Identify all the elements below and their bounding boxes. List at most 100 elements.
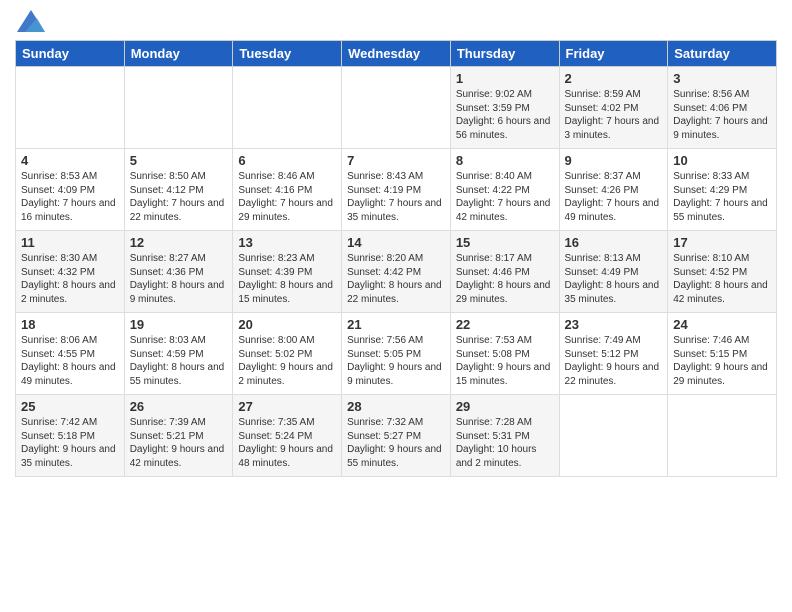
calendar-cell: 26Sunrise: 7:39 AMSunset: 5:21 PMDayligh… [124, 395, 233, 477]
cell-sunset: Sunset: 4:36 PM [130, 267, 204, 278]
weekday-header: Sunday [16, 41, 125, 67]
day-number: 1 [456, 71, 554, 86]
day-number: 16 [565, 235, 663, 250]
day-number: 19 [130, 317, 228, 332]
cell-sunset: Sunset: 5:05 PM [347, 349, 421, 360]
cell-daylight: Daylight: 9 hours and 22 minutes. [565, 362, 660, 387]
cell-sunrise: Sunrise: 8:20 AM [347, 253, 423, 264]
calendar-cell: 9Sunrise: 8:37 AMSunset: 4:26 PMDaylight… [559, 149, 668, 231]
cell-sunset: Sunset: 3:59 PM [456, 103, 530, 114]
cell-daylight: Daylight: 7 hours and 55 minutes. [673, 198, 768, 223]
cell-daylight: Daylight: 10 hours and 2 minutes. [456, 444, 537, 469]
cell-sunrise: Sunrise: 8:33 AM [673, 171, 749, 182]
calendar-cell: 27Sunrise: 7:35 AMSunset: 5:24 PMDayligh… [233, 395, 342, 477]
day-number: 24 [673, 317, 771, 332]
cell-sunrise: Sunrise: 8:50 AM [130, 171, 206, 182]
cell-sunset: Sunset: 5:08 PM [456, 349, 530, 360]
cell-sunset: Sunset: 4:09 PM [21, 185, 95, 196]
day-number: 7 [347, 153, 445, 168]
cell-sunrise: Sunrise: 7:56 AM [347, 335, 423, 346]
cell-sunrise: Sunrise: 7:49 AM [565, 335, 641, 346]
calendar-cell: 5Sunrise: 8:50 AMSunset: 4:12 PMDaylight… [124, 149, 233, 231]
cell-daylight: Daylight: 6 hours and 56 minutes. [456, 116, 551, 141]
day-number: 2 [565, 71, 663, 86]
cell-daylight: Daylight: 9 hours and 2 minutes. [238, 362, 333, 387]
calendar-cell: 1 Sunrise: 9:02 AM Sunset: 3:59 PM Daylight… [450, 67, 559, 149]
calendar-cell: 15Sunrise: 8:17 AMSunset: 4:46 PMDayligh… [450, 231, 559, 313]
calendar-cell: 23Sunrise: 7:49 AMSunset: 5:12 PMDayligh… [559, 313, 668, 395]
cell-sunset: Sunset: 4:49 PM [565, 267, 639, 278]
cell-sunset: Sunset: 4:42 PM [347, 267, 421, 278]
cell-sunrise: Sunrise: 8:46 AM [238, 171, 314, 182]
cell-sunset: Sunset: 4:26 PM [565, 185, 639, 196]
cell-daylight: Daylight: 8 hours and 2 minutes. [21, 280, 116, 305]
day-number: 21 [347, 317, 445, 332]
cell-daylight: Daylight: 7 hours and 16 minutes. [21, 198, 116, 223]
calendar-cell: 13Sunrise: 8:23 AMSunset: 4:39 PMDayligh… [233, 231, 342, 313]
cell-sunset: Sunset: 4:46 PM [456, 267, 530, 278]
cell-daylight: Daylight: 7 hours and 29 minutes. [238, 198, 333, 223]
day-number: 12 [130, 235, 228, 250]
cell-sunrise: Sunrise: 8:00 AM [238, 335, 314, 346]
calendar-cell: 25Sunrise: 7:42 AMSunset: 5:18 PMDayligh… [16, 395, 125, 477]
cell-daylight: Daylight: 7 hours and 3 minutes. [565, 116, 660, 141]
day-number: 4 [21, 153, 119, 168]
cell-daylight: Daylight: 8 hours and 9 minutes. [130, 280, 225, 305]
cell-daylight: Daylight: 7 hours and 35 minutes. [347, 198, 442, 223]
cell-daylight: Daylight: 7 hours and 42 minutes. [456, 198, 551, 223]
cell-sunset: Sunset: 5:12 PM [565, 349, 639, 360]
cell-sunset: Sunset: 5:24 PM [238, 431, 312, 442]
cell-sunrise: Sunrise: 8:10 AM [673, 253, 749, 264]
cell-sunrise: Sunrise: 7:32 AM [347, 417, 423, 428]
cell-sunrise: Sunrise: 8:53 AM [21, 171, 97, 182]
cell-daylight: Daylight: 8 hours and 29 minutes. [456, 280, 551, 305]
calendar-week-row: 25Sunrise: 7:42 AMSunset: 5:18 PMDayligh… [16, 395, 777, 477]
cell-sunrise: Sunrise: 7:39 AM [130, 417, 206, 428]
cell-sunset: Sunset: 4:12 PM [130, 185, 204, 196]
cell-sunrise: Sunrise: 8:56 AM [673, 89, 749, 100]
cell-sunset: Sunset: 5:31 PM [456, 431, 530, 442]
cell-daylight: Daylight: 9 hours and 9 minutes. [347, 362, 442, 387]
calendar-cell: 17Sunrise: 8:10 AMSunset: 4:52 PMDayligh… [668, 231, 777, 313]
cell-sunrise: Sunrise: 8:13 AM [565, 253, 641, 264]
cell-sunset: Sunset: 4:02 PM [565, 103, 639, 114]
cell-daylight: Daylight: 7 hours and 49 minutes. [565, 198, 660, 223]
cell-daylight: Daylight: 8 hours and 35 minutes. [565, 280, 660, 305]
calendar-cell: 29Sunrise: 7:28 AMSunset: 5:31 PMDayligh… [450, 395, 559, 477]
day-number: 6 [238, 153, 336, 168]
day-number: 29 [456, 399, 554, 414]
cell-sunset: Sunset: 4:59 PM [130, 349, 204, 360]
day-number: 8 [456, 153, 554, 168]
calendar-cell: 4 Sunrise: 8:53 AM Sunset: 4:09 PM Daylight… [16, 149, 125, 231]
cell-daylight: Daylight: 8 hours and 22 minutes. [347, 280, 442, 305]
calendar-header-row: SundayMondayTuesdayWednesdayThursdayFrid… [16, 41, 777, 67]
calendar-cell: 16 Sunrise: 8:13 AM Sunset: 4:49 PM Dayligh… [559, 231, 668, 313]
day-number: 27 [238, 399, 336, 414]
cell-sunrise: Sunrise: 7:53 AM [456, 335, 532, 346]
cell-daylight: Daylight: 9 hours and 42 minutes. [130, 444, 225, 469]
cell-daylight: Daylight: 9 hours and 55 minutes. [347, 444, 442, 469]
calendar-cell: 3Sunrise: 8:56 AMSunset: 4:06 PMDaylight… [668, 67, 777, 149]
calendar-cell: 8Sunrise: 8:40 AMSunset: 4:22 PMDaylight… [450, 149, 559, 231]
calendar-cell [668, 395, 777, 477]
calendar-cell: 18Sunrise: 8:06 AMSunset: 4:55 PMDayligh… [16, 313, 125, 395]
calendar-cell: 7Sunrise: 8:43 AMSunset: 4:19 PMDaylight… [342, 149, 451, 231]
cell-sunrise: Sunrise: 7:35 AM [238, 417, 314, 428]
calendar-week-row: 11Sunrise: 8:30 AMSunset: 4:32 PMDayligh… [16, 231, 777, 313]
calendar-cell: 2 Sunrise: 8:59 AM Sunset: 4:02 PM Daylight… [559, 67, 668, 149]
calendar-cell: 11Sunrise: 8:30 AMSunset: 4:32 PMDayligh… [16, 231, 125, 313]
cell-sunset: Sunset: 4:29 PM [673, 185, 747, 196]
calendar-week-row: 18Sunrise: 8:06 AMSunset: 4:55 PMDayligh… [16, 313, 777, 395]
calendar-cell: 28Sunrise: 7:32 AMSunset: 5:27 PMDayligh… [342, 395, 451, 477]
cell-sunrise: Sunrise: 8:37 AM [565, 171, 641, 182]
weekday-header: Thursday [450, 41, 559, 67]
cell-daylight: Daylight: 7 hours and 22 minutes. [130, 198, 225, 223]
calendar-cell: 12Sunrise: 8:27 AMSunset: 4:36 PMDayligh… [124, 231, 233, 313]
cell-sunrise: Sunrise: 9:02 AM [456, 89, 532, 100]
day-number: 17 [673, 235, 771, 250]
weekday-header: Saturday [668, 41, 777, 67]
calendar-table: SundayMondayTuesdayWednesdayThursdayFrid… [15, 40, 777, 477]
day-number: 20 [238, 317, 336, 332]
cell-sunrise: Sunrise: 8:59 AM [565, 89, 641, 100]
cell-sunset: Sunset: 4:19 PM [347, 185, 421, 196]
